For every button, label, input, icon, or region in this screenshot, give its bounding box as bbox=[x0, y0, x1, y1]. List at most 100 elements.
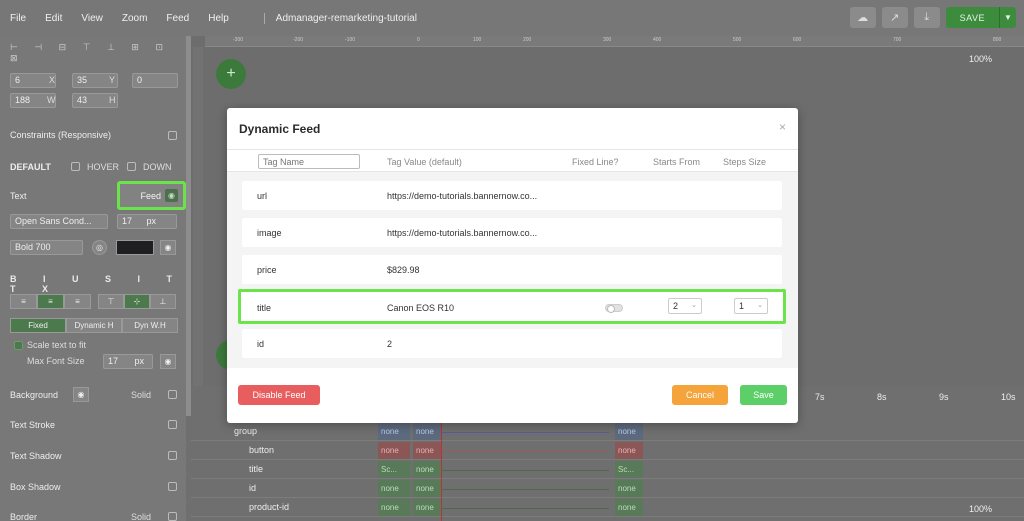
tag-name-input[interactable] bbox=[258, 154, 360, 169]
constraints-checkbox[interactable] bbox=[168, 131, 177, 140]
background-type[interactable]: Solid bbox=[131, 390, 151, 400]
timeline-row-button[interactable]: button none none none bbox=[191, 441, 1024, 460]
text-stroke-checkbox[interactable] bbox=[168, 420, 177, 429]
text-stroke-section[interactable]: Text Stroke bbox=[10, 420, 55, 430]
zoom-level-bottom[interactable]: 100% bbox=[969, 504, 992, 514]
table-row[interactable]: price $829.98 bbox=[242, 255, 782, 284]
close-icon[interactable]: × bbox=[779, 120, 786, 134]
document-title: Admanager-remarketing-tutorial bbox=[263, 12, 417, 24]
max-font-label: Max Font Size bbox=[27, 356, 85, 366]
border-type[interactable]: Solid bbox=[131, 512, 151, 521]
plus-icon: + bbox=[226, 65, 236, 82]
align-left-button[interactable]: ≡ bbox=[10, 294, 37, 309]
mode-fixed-button[interactable]: Fixed bbox=[10, 318, 66, 333]
max-font-feed-icon[interactable]: ◉ bbox=[160, 354, 176, 369]
state-down[interactable]: DOWN bbox=[143, 162, 172, 172]
starts-from-select[interactable]: 2 ⌄ bbox=[668, 298, 702, 314]
rotation-field[interactable]: 0 bbox=[132, 73, 178, 88]
font-family-select[interactable]: Open Sans Cond... bbox=[10, 214, 108, 229]
valign-top-button[interactable]: ⊤ bbox=[98, 294, 124, 309]
box-shadow-section[interactable]: Box Shadow bbox=[10, 482, 61, 492]
save-feed-button[interactable]: Save bbox=[740, 385, 787, 405]
font-size-field[interactable]: 17 px bbox=[117, 214, 177, 229]
timeline-row-id[interactable]: id none none none bbox=[191, 479, 1024, 498]
feed-table-body: url https://demo-tutorials.bannernow.co.… bbox=[227, 172, 798, 368]
chevron-down-icon[interactable]: ▼ bbox=[999, 7, 1016, 28]
valign-middle-button[interactable]: ⊹ bbox=[124, 294, 150, 309]
hover-checkbox[interactable] bbox=[71, 162, 80, 171]
table-row-highlighted[interactable]: title Canon EOS R10 2 ⌄ 1 ⌄ bbox=[238, 289, 786, 324]
table-row[interactable]: image https://demo-tutorials.bannernow.c… bbox=[242, 218, 782, 247]
menu-zoom[interactable]: Zoom bbox=[122, 13, 148, 24]
text-shadow-section[interactable]: Text Shadow bbox=[10, 451, 62, 461]
menu-view[interactable]: View bbox=[81, 13, 103, 24]
menu-bar: File Edit View Zoom Feed Help Admanager-… bbox=[0, 0, 1024, 36]
box-shadow-checkbox[interactable] bbox=[168, 482, 177, 491]
w-label: W bbox=[47, 95, 56, 105]
rss-icon: ◉ bbox=[165, 189, 178, 202]
constraints-label: Constraints (Responsive) bbox=[10, 130, 112, 140]
state-default[interactable]: DEFAULT bbox=[10, 162, 51, 172]
time-mark: 7s bbox=[815, 392, 825, 402]
tag-value-header: Tag Value (default) bbox=[387, 157, 462, 167]
cloud-icon: ☁ bbox=[857, 12, 869, 24]
menu-feed[interactable]: Feed bbox=[166, 13, 189, 24]
state-hover[interactable]: HOVER bbox=[87, 162, 119, 172]
timeline-row-product-id[interactable]: product-id none none none bbox=[191, 498, 1024, 517]
disable-feed-button[interactable]: Disable Feed bbox=[238, 385, 320, 405]
timeline-playhead[interactable] bbox=[441, 410, 442, 521]
timeline-row-title[interactable]: title Sc... none Sc... bbox=[191, 460, 1024, 479]
background-feed-icon[interactable]: ◉ bbox=[73, 387, 89, 402]
down-checkbox[interactable] bbox=[127, 162, 136, 171]
download-button[interactable]: ⤓ bbox=[913, 7, 940, 28]
dynamic-feed-dialog: Dynamic Feed × Tag Value (default) Fixed… bbox=[227, 108, 798, 423]
download-icon: ⤓ bbox=[924, 11, 930, 23]
y-label: Y bbox=[109, 75, 116, 85]
feed-table-header: Tag Value (default) Fixed Line? Starts F… bbox=[227, 149, 798, 172]
border-section[interactable]: Border bbox=[10, 512, 37, 521]
table-row[interactable]: id 2 bbox=[242, 329, 782, 358]
menu-help[interactable]: Help bbox=[208, 13, 229, 24]
valign-bottom-button[interactable]: ⊥ bbox=[150, 294, 176, 309]
properties-panel: ⊢ ⊣ ⊟ ⊤ ⊥ ⊞ ⊡ ⊠ 6 X 35 Y 0 188 W 43 H Co… bbox=[0, 36, 186, 521]
menu-file[interactable]: File bbox=[10, 13, 26, 24]
cancel-button[interactable]: Cancel bbox=[672, 385, 728, 405]
mode-dynamic-h-button[interactable]: Dynamic H bbox=[66, 318, 122, 333]
align-tools[interactable]: ⊢ ⊣ ⊟ ⊤ ⊥ ⊞ ⊡ ⊠ bbox=[10, 42, 186, 64]
max-font-field[interactable]: 17 px bbox=[103, 354, 153, 369]
zoom-level-top[interactable]: 100% bbox=[969, 54, 992, 64]
time-mark: 10s bbox=[1001, 392, 1016, 402]
share-icon: ↗ bbox=[890, 12, 900, 24]
toolbar-actions: ☁ ↗ ⤓ SAVE ▼ bbox=[849, 7, 1016, 28]
align-right-button[interactable]: ≡ bbox=[64, 294, 91, 309]
share-button[interactable]: ↗ bbox=[881, 7, 908, 28]
font-weight-select[interactable]: Bold 700 bbox=[10, 240, 83, 255]
save-button[interactable]: SAVE ▼ bbox=[945, 7, 1016, 28]
add-element-button[interactable]: + bbox=[216, 59, 246, 89]
color-picker-icon[interactable]: ◎ bbox=[92, 240, 107, 255]
scale-text-label: Scale text to fit bbox=[27, 340, 87, 350]
steps-size-select[interactable]: 1 ⌄ bbox=[734, 298, 768, 314]
feed-toggle[interactable]: Feed ◉ bbox=[117, 181, 186, 210]
text-color-swatch[interactable] bbox=[116, 240, 154, 255]
text-shadow-checkbox[interactable] bbox=[168, 451, 177, 460]
scale-text-checkbox[interactable] bbox=[14, 341, 23, 350]
cloud-upload-button[interactable]: ☁ bbox=[849, 7, 876, 28]
mode-dyn-wh-button[interactable]: Dyn W.H bbox=[122, 318, 178, 333]
feed-color-icon[interactable]: ◉ bbox=[160, 240, 176, 255]
main-menu: File Edit View Zoom Feed Help bbox=[0, 13, 248, 24]
table-row[interactable]: url https://demo-tutorials.bannernow.co.… bbox=[242, 181, 782, 210]
fixed-line-toggle[interactable] bbox=[605, 304, 623, 313]
align-center-button[interactable]: ≡ bbox=[37, 294, 64, 309]
x-label: X bbox=[49, 75, 56, 85]
border-checkbox[interactable] bbox=[168, 512, 177, 521]
background-checkbox[interactable] bbox=[168, 390, 177, 399]
text-style-tools[interactable]: B I U S I T T X bbox=[10, 274, 186, 294]
dialog-title: Dynamic Feed bbox=[239, 122, 321, 136]
background-section[interactable]: Background bbox=[10, 390, 58, 400]
fixed-line-header: Fixed Line? bbox=[572, 157, 619, 167]
vertical-ruler bbox=[193, 47, 203, 387]
feed-label: Feed bbox=[140, 190, 161, 201]
timeline-row-group[interactable]: group none none none bbox=[191, 422, 1024, 441]
menu-edit[interactable]: Edit bbox=[45, 13, 62, 24]
